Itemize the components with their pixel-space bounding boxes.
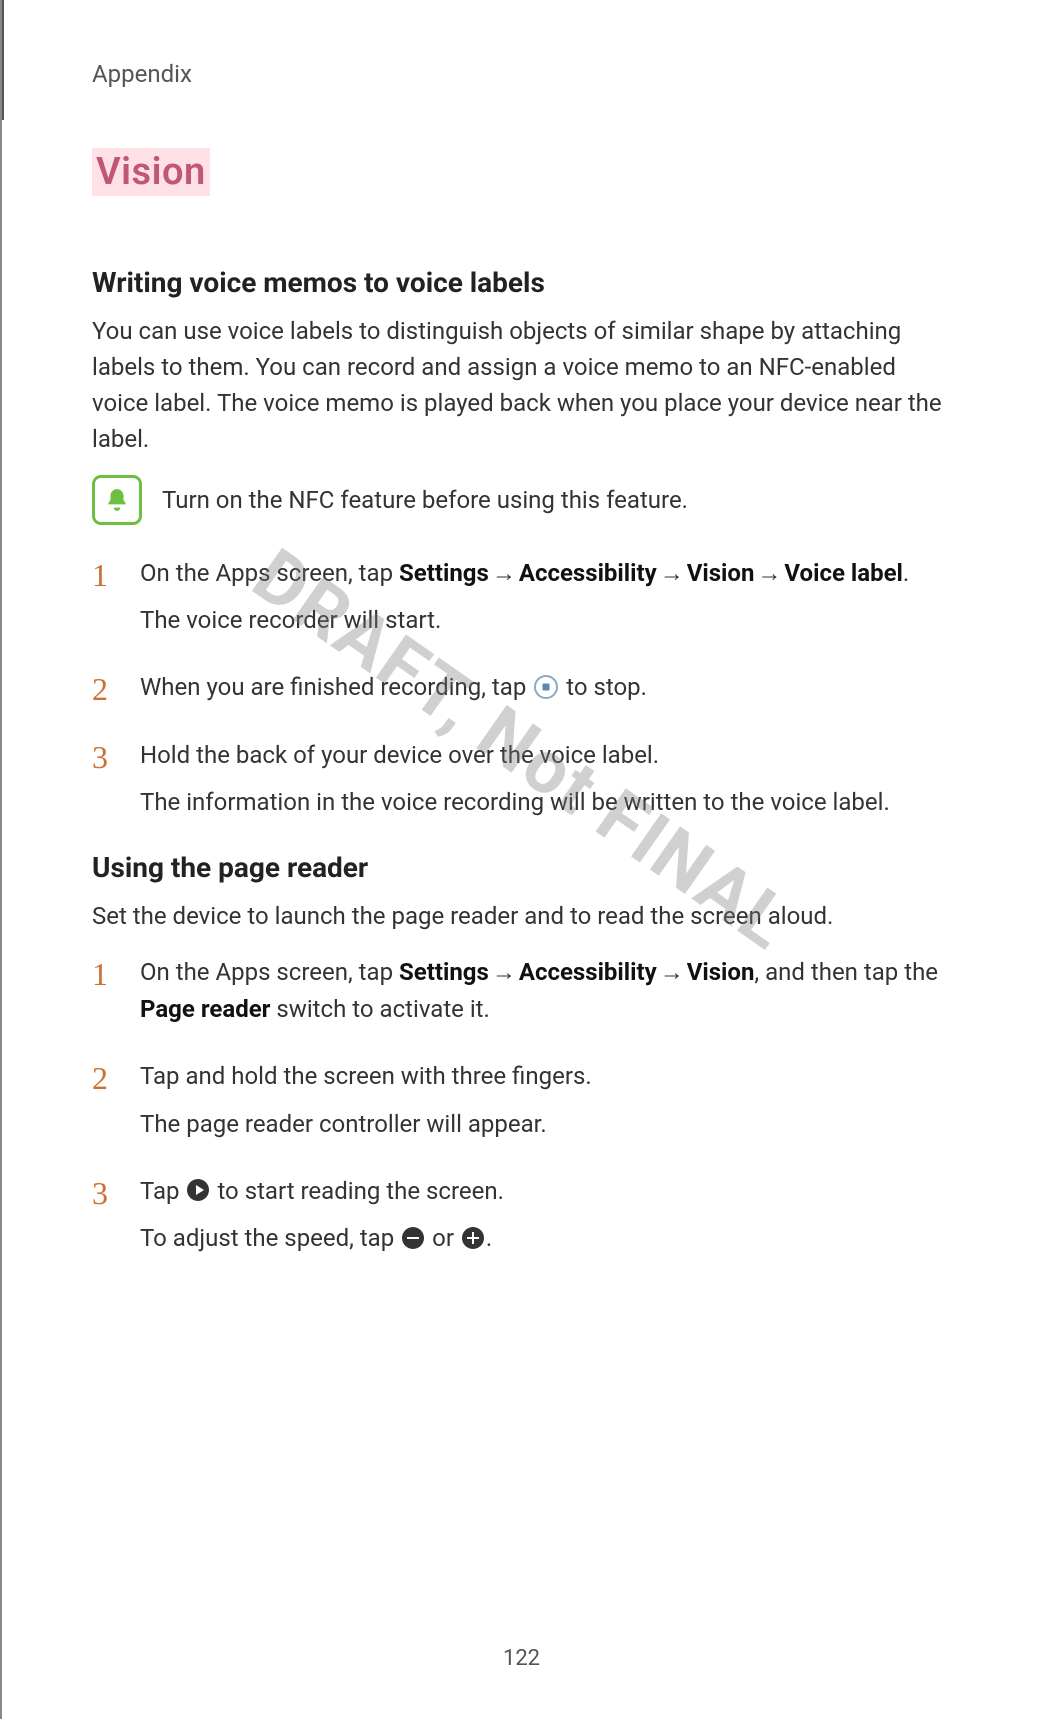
step-subtext: To adjust the speed, tap or . [140,1220,951,1257]
step-3: Hold the back of your device over the vo… [92,737,951,821]
step-text: Tap and hold the screen with three finge… [140,1062,592,1090]
or-text: or [426,1224,460,1252]
label-accessibility: Accessibility [519,958,657,986]
intro-paragraph: You can use voice labels to distinguish … [92,313,951,457]
step-text: Hold the back of your device over the vo… [140,741,659,769]
label-settings: Settings [399,958,489,986]
label-voice-label: Voice label [784,559,902,587]
arrow-icon: → [660,954,684,991]
label-vision: Vision [687,559,755,587]
label-vision: Vision [687,958,755,986]
bell-icon [92,475,142,525]
steps-voice-labels: On the Apps screen, tap Settings → Acces… [92,555,951,821]
arrow-icon: → [757,555,781,592]
step-text: When you are finished recording, tap [140,673,532,701]
label-accessibility: Accessibility [519,559,657,587]
document-page: Appendix Vision Writing voice memos to v… [0,0,1041,1719]
step-text: On the Apps screen, tap [140,559,399,587]
step-text: Tap [140,1177,185,1205]
label-settings: Settings [399,559,489,587]
arrow-icon: → [660,555,684,592]
step-text-end: switch to activate it. [270,995,489,1023]
page-number: 122 [2,1646,1041,1671]
step-text-after: to start reading the screen. [211,1177,503,1205]
play-icon [187,1179,209,1201]
step-3: Tap to start reading the screen. To adju… [92,1173,951,1257]
intro-paragraph: Set the device to launch the page reader… [92,898,951,934]
end-period: . [486,1224,492,1252]
step-text: On the Apps screen, tap [140,958,399,986]
section-heading-page-reader: Using the page reader [92,851,951,884]
step-2: Tap and hold the screen with three finge… [92,1058,951,1142]
step-1: On the Apps screen, tap Settings → Acces… [92,555,951,639]
step-text-after: to stop. [560,673,647,701]
label-page-reader: Page reader [140,995,270,1023]
period: . [903,559,909,587]
note-callout: Turn on the NFC feature before using thi… [92,475,951,525]
arrow-icon: → [492,555,516,592]
minus-icon [402,1227,424,1249]
page-title: Vision [92,148,210,196]
plus-icon [462,1227,484,1249]
step-subtext: The information in the voice recording w… [140,784,951,821]
step-2: When you are finished recording, tap to … [92,669,951,706]
section-header: Appendix [92,60,951,88]
step-text-mid: , and then tap the [754,958,938,986]
stop-icon [534,675,558,699]
arrow-icon: → [492,954,516,991]
note-text: Turn on the NFC feature before using thi… [162,486,688,514]
step-subtext: The page reader controller will appear. [140,1106,951,1143]
steps-page-reader: On the Apps screen, tap Settings → Acces… [92,954,951,1257]
step-1: On the Apps screen, tap Settings → Acces… [92,954,951,1028]
section-heading-voice-labels: Writing voice memos to voice labels [92,266,951,299]
step-subtext: The voice recorder will start. [140,602,951,639]
speed-text: To adjust the speed, tap [140,1224,400,1252]
